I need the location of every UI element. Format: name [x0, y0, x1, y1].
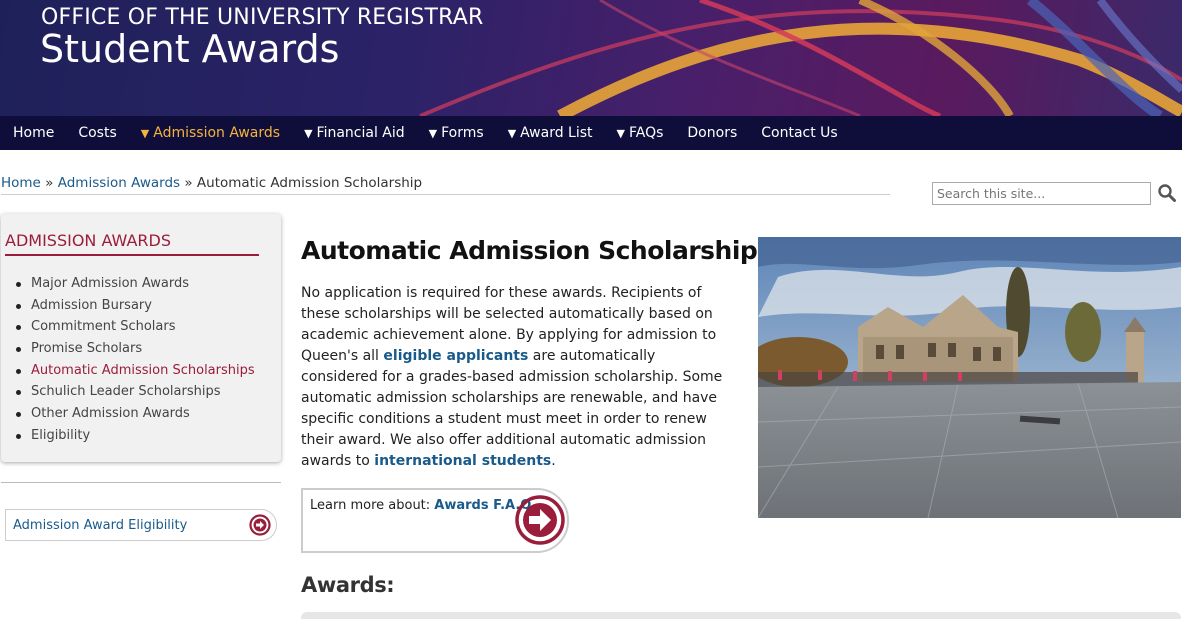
- header-banner: OFFICE OF THE UNIVERSITY REGISTRAR Stude…: [0, 0, 1182, 116]
- nav-contact-us[interactable]: Contact Us: [761, 125, 837, 141]
- dropdown-triangle-icon: ▼: [616, 127, 625, 140]
- awards-table-top: [301, 612, 1181, 619]
- sidebar-divider: [1, 482, 281, 483]
- sidebar-item-other-admission-awards[interactable]: Other Admission Awards: [15, 404, 255, 426]
- sidebar-item-schulich-leader-scholarships[interactable]: Schulich Leader Scholarships: [15, 382, 255, 404]
- nav-donors[interactable]: Donors: [687, 125, 737, 141]
- sidebar-item-major-admission-awards[interactable]: Major Admission Awards: [15, 274, 255, 296]
- breadcrumb-current: Automatic Admission Scholarship: [196, 175, 423, 191]
- sidebar-item-eligibility[interactable]: Eligibility: [15, 426, 255, 448]
- breadcrumb-separator: »: [45, 175, 54, 191]
- eligible-applicants-link[interactable]: eligible applicants: [383, 348, 528, 364]
- arrow-circle-icon[interactable]: [249, 514, 271, 536]
- nav-financial-aid[interactable]: ▼ Financial Aid: [304, 125, 405, 141]
- learn-more-box[interactable]: Learn more about: Awards F.A.Q: [301, 488, 569, 553]
- page-title: Automatic Admission Scholarships: [301, 236, 772, 265]
- dropdown-triangle-icon: ▼: [507, 127, 517, 140]
- site-title[interactable]: Student Awards: [40, 27, 339, 71]
- breadcrumb: Home » Admission Awards » Automatic Admi…: [1, 175, 890, 195]
- nav-forms[interactable]: ▼ Forms: [429, 125, 484, 141]
- main-nav: Home Costs ▼ Admission Awards ▼ Financial …: [0, 116, 1182, 150]
- search-input[interactable]: [932, 182, 1151, 205]
- nav-award-list[interactable]: ▼ Award List: [508, 125, 593, 141]
- arrow-circle-icon[interactable]: [515, 495, 565, 545]
- dropdown-triangle-icon: ▼: [428, 127, 438, 140]
- sidebar-item-admission-bursary[interactable]: Admission Bursary: [15, 296, 255, 318]
- sidebar-item-commitment-scholars[interactable]: Commitment Scholars: [15, 317, 255, 339]
- eligibility-link-label[interactable]: Admission Award Eligibility: [13, 518, 187, 533]
- dropdown-triangle-icon: ▼: [304, 127, 313, 140]
- nav-admission-awards[interactable]: ▼ Admission Awards: [141, 125, 280, 141]
- international-students-link[interactable]: international students: [374, 453, 551, 469]
- campus-photo: [758, 237, 1181, 518]
- sidebar-item-automatic-admission-scholarships[interactable]: Automatic Admission Scholarships: [15, 361, 255, 383]
- dropdown-triangle-icon: ▼: [140, 127, 150, 140]
- breadcrumb-admission-awards[interactable]: Admission Awards: [58, 175, 180, 191]
- breadcrumb-separator: »: [184, 175, 193, 191]
- awards-heading: Awards:: [301, 573, 395, 597]
- eligibility-link-box[interactable]: Admission Award Eligibility: [5, 509, 277, 541]
- learn-more-text: Learn more about: Awards F.A.Q: [310, 498, 532, 513]
- sidebar-list: Major Admission Awards Admission Bursary…: [15, 274, 255, 448]
- intro-paragraph: No application is required for these awa…: [301, 285, 723, 469]
- search-icon[interactable]: [1157, 183, 1177, 203]
- nav-costs[interactable]: Costs: [78, 125, 116, 141]
- breadcrumb-home[interactable]: Home: [1, 175, 41, 191]
- nav-home[interactable]: Home: [13, 125, 54, 141]
- sidebar-title: ADMISSION AWARDS: [5, 231, 259, 256]
- sidebar-item-promise-scholars[interactable]: Promise Scholars: [15, 339, 255, 361]
- nav-faqs[interactable]: ▼ FAQs: [617, 125, 664, 141]
